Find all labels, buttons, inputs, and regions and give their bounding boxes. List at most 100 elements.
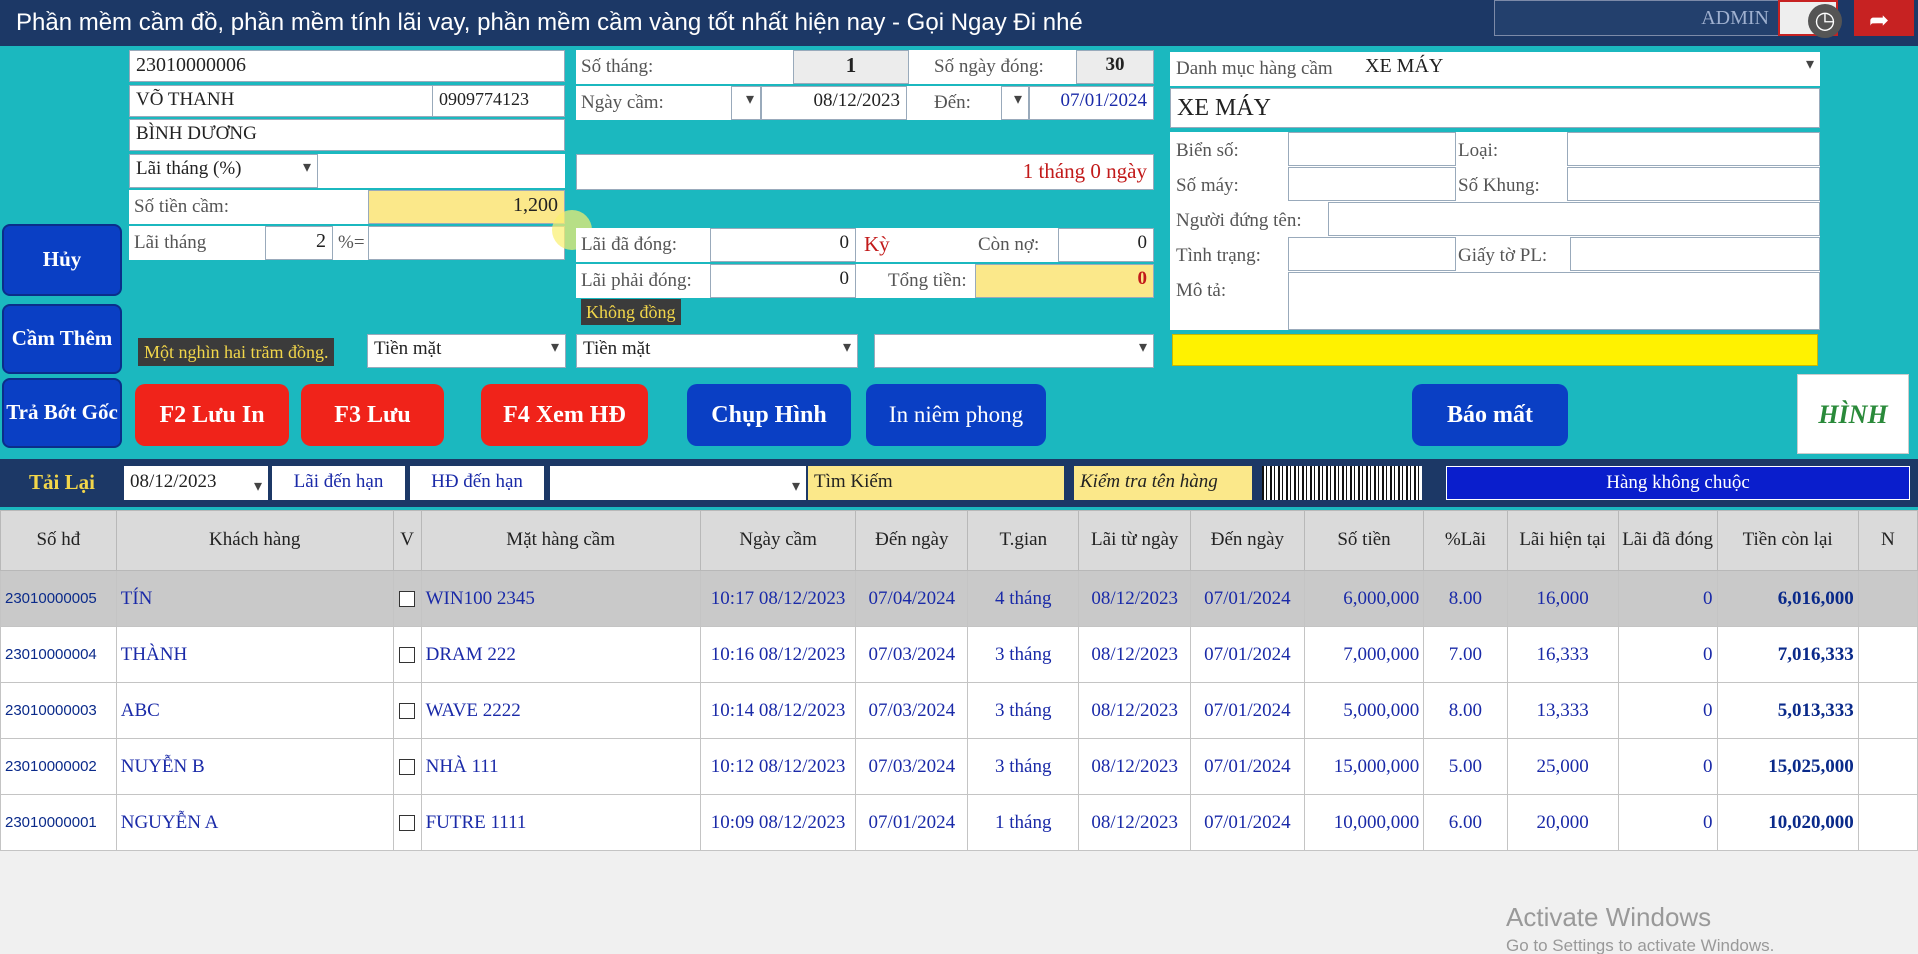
contract-number-field[interactable]: 23010000006 (129, 50, 565, 82)
table-cell[interactable]: 07/01/2024 (1190, 626, 1305, 683)
due-interest-field[interactable]: 0 (710, 264, 856, 298)
table-cell[interactable]: 10,020,000 (1716, 794, 1859, 851)
row-checkbox-cell[interactable] (392, 626, 422, 683)
table-cell[interactable]: NUYỄN B (115, 738, 394, 795)
column-header[interactable]: V (392, 510, 422, 571)
table-cell[interactable]: 0 (1617, 570, 1718, 627)
row-checkbox[interactable] (399, 759, 416, 776)
table-cell[interactable]: TÍN (115, 570, 394, 627)
type-field[interactable] (1567, 132, 1820, 166)
table-cell[interactable]: 23010000005 (0, 570, 117, 627)
table-cell[interactable]: 5,013,333 (1716, 682, 1859, 739)
column-header[interactable]: Đến ngày (1190, 510, 1305, 571)
table-row[interactable]: 23010000003 ABC WAVE 2222 10:14 08/12/2023 0… (0, 682, 1918, 739)
row-checkbox[interactable] (399, 647, 416, 664)
period-payment-method-select[interactable]: Tiền mặt (576, 334, 858, 368)
table-cell[interactable]: 10:09 08/12/2023 (699, 794, 857, 851)
column-header[interactable]: %Lãi (1423, 510, 1508, 571)
table-cell[interactable]: 10,000,000 (1303, 794, 1425, 851)
row-checkbox[interactable] (399, 591, 416, 608)
table-row[interactable]: 23010000001 NGUYỄN A FUTRE 1111 10:09 08/12… (0, 794, 1918, 851)
row-checkbox-cell[interactable] (392, 570, 422, 627)
amount-field[interactable]: 1,200 (368, 190, 565, 224)
table-cell[interactable]: 10:17 08/12/2023 (699, 570, 857, 627)
table-cell[interactable]: 07/03/2024 (855, 738, 969, 795)
row-checkbox-cell[interactable] (392, 738, 422, 795)
column-header[interactable]: Khách hàng (115, 510, 394, 571)
interest-amount-field[interactable] (368, 226, 565, 260)
frame-field[interactable] (1567, 167, 1820, 201)
plate-field[interactable] (1288, 132, 1456, 166)
check-name-button[interactable]: Kiểm tra tên hàng (1074, 466, 1252, 500)
reload-button[interactable]: Tải Lại (4, 466, 120, 500)
column-header[interactable]: Đến ngày (855, 510, 969, 571)
table-row[interactable]: 23010000005 TÍN WIN100 2345 10:17 08/12/202… (0, 570, 1918, 627)
image-logo[interactable]: HÌNH ẢNH (1797, 374, 1909, 509)
f4-view-contract-button[interactable]: F4 Xem HĐ (481, 384, 648, 446)
column-header[interactable]: Số tiền (1303, 510, 1425, 571)
paid-interest-field[interactable]: 0 (710, 228, 856, 262)
table-cell[interactable]: 07/01/2024 (1190, 682, 1305, 739)
table-cell[interactable]: 6,016,000 (1716, 570, 1859, 627)
column-header[interactable]: Lãi đã đóng (1617, 510, 1718, 571)
table-cell[interactable]: 3 tháng (967, 626, 1080, 683)
condition-field[interactable] (1288, 237, 1456, 271)
table-cell[interactable]: 8.00 (1423, 682, 1508, 739)
clock-icon[interactable]: ◷ (1808, 4, 1842, 38)
table-cell[interactable]: DRAM 222 (420, 626, 701, 683)
table-cell[interactable]: 08/12/2023 (1078, 738, 1192, 795)
table-cell[interactable]: 5.00 (1423, 738, 1508, 795)
table-cell[interactable]: 10:12 08/12/2023 (699, 738, 857, 795)
table-cell[interactable]: 08/12/2023 (1078, 682, 1192, 739)
table-cell[interactable]: 16,000 (1506, 570, 1619, 627)
days-paid-field[interactable]: 30 (1076, 50, 1154, 84)
category-select[interactable]: XE MÁY (1359, 52, 1820, 86)
docs-field[interactable] (1570, 237, 1820, 271)
f2-save-print-button[interactable]: F2 Lưu In (135, 384, 289, 446)
table-cell[interactable]: 10:14 08/12/2023 (699, 682, 857, 739)
table-cell[interactable]: 7,016,333 (1716, 626, 1859, 683)
table-cell[interactable]: 3 tháng (967, 738, 1080, 795)
table-cell[interactable]: 07/03/2024 (855, 626, 969, 683)
column-header[interactable]: Mặt hàng cầm (420, 510, 701, 571)
phone-field[interactable]: 0909774123 (432, 85, 565, 117)
row-checkbox-cell[interactable] (392, 794, 422, 851)
search-date-field[interactable]: 08/12/2023 (124, 466, 268, 500)
table-cell[interactable]: 07/01/2024 (1190, 738, 1305, 795)
table-cell[interactable]: WAVE 2222 (420, 682, 701, 739)
due-interest-button[interactable]: Lãi đến hạn (272, 466, 405, 500)
column-header[interactable]: Số hđ (0, 510, 117, 571)
reduce-principal-button[interactable]: Trả Bớt Gốc (2, 378, 122, 448)
table-cell[interactable]: 0 (1617, 794, 1718, 851)
customer-name-field[interactable]: VÕ THANH (129, 85, 434, 117)
row-checkbox[interactable] (399, 815, 416, 832)
report-lost-button[interactable]: Báo mất (1412, 384, 1568, 446)
row-checkbox-cell[interactable] (392, 682, 422, 739)
table-cell[interactable]: 08/12/2023 (1078, 794, 1192, 851)
due-contract-button[interactable]: HĐ đến hạn (410, 466, 544, 500)
cancel-button[interactable]: Hủy (2, 224, 122, 296)
share-icon[interactable]: ➦ (1862, 4, 1896, 38)
table-cell[interactable]: 13,333 (1506, 682, 1619, 739)
period-extra-select[interactable] (874, 334, 1154, 368)
owner-field[interactable] (1328, 202, 1820, 236)
table-cell[interactable]: 20,000 (1506, 794, 1619, 851)
table-cell[interactable]: 23010000001 (0, 794, 117, 851)
table-cell[interactable]: 3 tháng (967, 682, 1080, 739)
table-cell[interactable]: 07/01/2024 (1190, 794, 1305, 851)
pawn-date-dropdown[interactable] (731, 86, 761, 120)
add-pawn-button[interactable]: Cầm Thêm (2, 304, 122, 374)
table-cell[interactable]: 6.00 (1423, 794, 1508, 851)
pawn-date-field[interactable]: 08/12/2023 (761, 86, 907, 120)
print-seal-button[interactable]: In niêm phong (866, 384, 1046, 446)
column-header[interactable]: Lãi từ ngày (1078, 510, 1192, 571)
table-cell[interactable]: 23010000004 (0, 626, 117, 683)
table-cell[interactable]: WIN100 2345 (420, 570, 701, 627)
table-cell[interactable]: 08/12/2023 (1078, 570, 1192, 627)
to-date-field[interactable]: 07/01/2024 (1029, 86, 1154, 120)
table-cell[interactable]: THÀNH (115, 626, 394, 683)
table-row[interactable]: 23010000004 THÀNH DRAM 222 10:16 08/12/2023… (0, 626, 1918, 683)
table-cell[interactable]: 8.00 (1423, 570, 1508, 627)
table-row[interactable]: 23010000002 NUYỄN B NHÀ 111 10:12 08/12/202… (0, 738, 1918, 795)
column-header[interactable]: Ngày cầm (699, 510, 857, 571)
